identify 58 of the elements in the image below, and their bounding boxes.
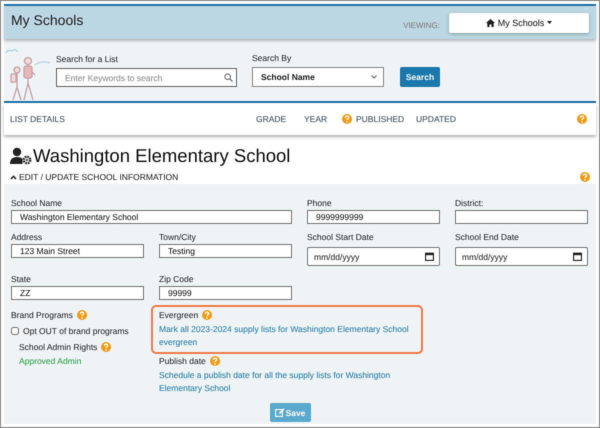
input-field[interactable]: Washington Elementary School [11,210,292,224]
section-label: School Admin Rights [19,342,98,352]
checkbox[interactable] [11,327,19,335]
checkbox-label: Opt OUT of brand programs [23,326,129,336]
search-by-dropdown[interactable]: School Name [252,67,384,87]
column-header: UPDATED [416,114,456,124]
field-label: District: [455,198,484,208]
input-field[interactable]: 99999 [159,286,292,300]
viewing-label: VIEWING: [403,21,440,30]
viewing-dropdown[interactable]: My Schools [449,12,589,32]
date-field[interactable]: mm/dd/yyyy [455,247,588,266]
date-field[interactable]: mm/dd/yyyy [307,247,440,266]
help-icon[interactable] [101,342,112,352]
help-icon[interactable] [76,310,87,320]
page-title: My Schools [11,12,84,28]
section-label: Evergreen [159,310,198,320]
input-field[interactable]: 123 Main Street [11,244,144,258]
chevron-down-icon [371,75,377,79]
field-label: Phone [307,198,333,208]
home-icon [486,18,495,26]
help-icon[interactable] [202,310,212,320]
help-icon[interactable] [580,172,590,182]
search-button[interactable]: Search [400,67,440,87]
search-icon [224,73,233,82]
input-field[interactable]: Testing [159,244,292,258]
chevron-up-icon [10,174,17,180]
field-label: School Start Date [307,232,375,242]
field-label: Search By [252,53,292,63]
school-name-heading: Washington Elementary School [33,145,290,167]
input-field[interactable]: 9999999999 [307,210,440,224]
calendar-icon[interactable] [573,252,582,261]
column-header: GRADE [256,114,286,124]
help-icon[interactable] [210,356,220,366]
search-field[interactable]: Enter Keywords to search [56,68,237,87]
calendar-icon[interactable] [425,252,434,261]
evergreen-link[interactable]: Mark all 2023-2024 supply lists for Washington Elementary School evergreen [159,323,415,349]
admin-status: Approved Admin [19,356,82,366]
field-label: School Name [11,198,64,208]
input-field[interactable]: ZZ [11,286,144,300]
publish-date-link[interactable]: Schedule a publish date for all the supply lists for Washington Elementary School [159,369,423,395]
field-label: State [11,274,32,284]
section-label: Publish date [159,356,206,366]
user-gear-icon [10,147,32,165]
field-label: Zip Code [159,274,194,284]
field-label: Search for a List [56,54,119,64]
field-label: School End Date [455,232,520,242]
caret-icon [547,21,552,24]
field-label: Town/City [159,232,197,242]
column-header: LIST DETAILS [10,114,65,124]
section-toggle[interactable]: EDIT / UPDATE SCHOOL INFORMATION [10,172,178,182]
section-label: Brand Programs [11,310,73,320]
field-label: Address [11,232,44,242]
help-icon[interactable] [577,114,587,124]
help-icon[interactable] [342,114,352,124]
edit-icon [274,408,285,417]
column-header: PUBLISHED [356,114,404,124]
input-field[interactable] [455,210,588,224]
column-header: YEAR [304,114,328,124]
